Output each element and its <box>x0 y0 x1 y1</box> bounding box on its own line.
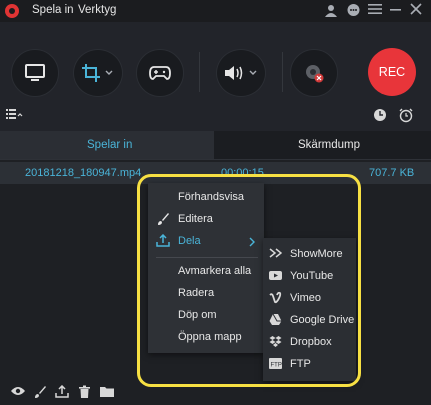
alarm-clock-icon[interactable] <box>398 107 414 123</box>
folder-icon[interactable] <box>99 385 115 399</box>
app-logo-icon <box>5 4 19 18</box>
divider <box>282 52 283 92</box>
audio-button[interactable] <box>216 49 266 97</box>
webcam-button[interactable] <box>290 49 338 97</box>
minimize-icon[interactable] <box>388 3 404 19</box>
webcam-off-icon <box>303 62 325 84</box>
menu-lines-icon[interactable] <box>367 3 383 19</box>
preview-eye-icon[interactable] <box>10 385 26 399</box>
highlight-annotation <box>137 174 361 387</box>
schedule-icon[interactable] <box>373 108 387 122</box>
edit-brush-icon[interactable] <box>33 385 49 399</box>
divider <box>199 52 200 92</box>
menu-tools[interactable]: Verktyg <box>78 4 116 16</box>
trash-icon[interactable] <box>78 385 94 399</box>
recording-filename: 20181218_180947.mp4 <box>25 167 142 179</box>
crop-icon <box>81 63 115 83</box>
monitor-icon <box>24 63 46 83</box>
fullscreen-button[interactable] <box>11 49 59 97</box>
share-upload-icon[interactable] <box>55 384 71 399</box>
menu-record[interactable]: Spela in <box>32 4 74 16</box>
speaker-icon <box>223 63 259 83</box>
tab-screenshots[interactable]: Skärmdump <box>298 139 360 151</box>
close-icon[interactable] <box>408 3 424 19</box>
region-button[interactable] <box>73 49 123 97</box>
rec-button[interactable]: REC <box>368 48 416 96</box>
chat-icon[interactable] <box>345 3 361 19</box>
tab-recordings-label: Spelar in <box>87 139 133 151</box>
user-icon[interactable] <box>323 3 339 19</box>
gamepad-icon <box>149 65 171 81</box>
list-view-icon[interactable] <box>6 108 24 122</box>
game-button[interactable] <box>136 49 184 97</box>
recording-size: 707.7 KB <box>369 167 415 179</box>
